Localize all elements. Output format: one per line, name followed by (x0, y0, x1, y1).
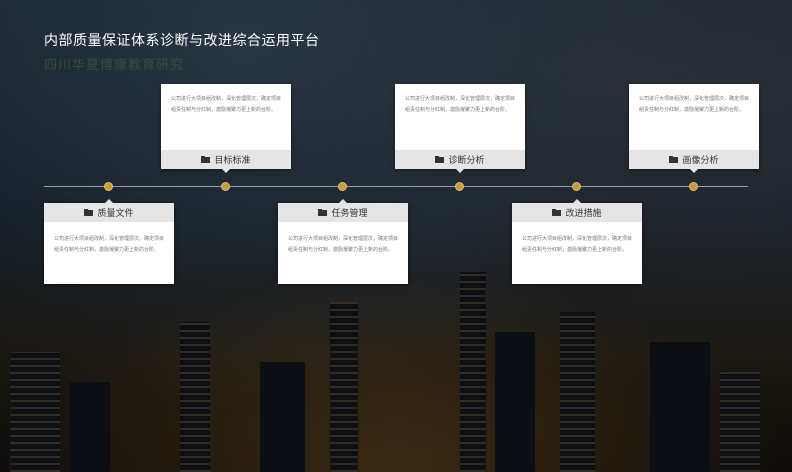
timeline-card-profile-analysis[interactable]: 公司进行大项目组改制，深化管理层次，确定项目组责任制与分红制，激励凝聚力更上新的… (629, 84, 759, 173)
page-title: 内部质量保证体系诊断与改进综合运用平台 (44, 33, 320, 49)
card-pointer (573, 199, 581, 203)
building (720, 372, 760, 472)
timeline-dot[interactable] (572, 182, 581, 191)
page-subtitle: 四川华夏博康教育研究 (44, 58, 185, 73)
card-description: 公司进行大项目组改制，深化管理层次，确定项目组责任制与分红制，激励凝聚力更上新的… (161, 84, 291, 150)
folder-open-icon (435, 156, 445, 163)
building (10, 352, 60, 472)
card-pointer (690, 169, 698, 173)
folder-open-icon (552, 209, 562, 216)
card-header[interactable]: 画像分析 (629, 150, 759, 169)
timeline-dot[interactable] (221, 182, 230, 191)
card-header[interactable]: 目标标准 (161, 150, 291, 169)
folder-open-icon (201, 156, 211, 163)
building (70, 382, 110, 472)
building (180, 322, 210, 472)
timeline-dot[interactable] (104, 182, 113, 191)
timeline-card-quality-files[interactable]: 质量文件 公司进行大项目组改制，深化管理层次，确定项目组责任制与分红制，激励凝聚… (44, 199, 174, 284)
card-description: 公司进行大项目组改制，深化管理层次，确定项目组责任制与分红制，激励凝聚力更上新的… (278, 222, 408, 284)
card-header[interactable]: 诊断分析 (395, 150, 525, 169)
timeline-dot[interactable] (338, 182, 347, 191)
card-header[interactable]: 改进措施 (512, 203, 642, 222)
card-label: 诊断分析 (448, 156, 485, 166)
folder-open-icon (84, 209, 94, 216)
card-pointer (105, 199, 113, 203)
timeline-dot[interactable] (455, 182, 464, 191)
timeline-dot[interactable] (689, 182, 698, 191)
card-header[interactable]: 质量文件 (44, 203, 174, 222)
card-label: 任务管理 (331, 209, 368, 219)
card-pointer (222, 169, 230, 173)
building (460, 272, 486, 472)
timeline-card-target-standards[interactable]: 公司进行大项目组改制，深化管理层次，确定项目组责任制与分红制，激励凝聚力更上新的… (161, 84, 291, 173)
card-description: 公司进行大项目组改制，深化管理层次，确定项目组责任制与分红制，激励凝聚力更上新的… (395, 84, 525, 150)
building (650, 342, 710, 472)
card-pointer (339, 199, 347, 203)
folder-open-icon (318, 209, 328, 216)
building (495, 332, 535, 472)
card-description: 公司进行大项目组改制，深化管理层次，确定项目组责任制与分红制，激励凝聚力更上新的… (44, 222, 174, 284)
folder-open-icon (669, 156, 679, 163)
timeline-card-task-management[interactable]: 任务管理 公司进行大项目组改制，深化管理层次，确定项目组责任制与分红制，激励凝聚… (278, 199, 408, 284)
card-label: 画像分析 (682, 156, 719, 166)
card-header[interactable]: 任务管理 (278, 203, 408, 222)
building (560, 312, 595, 472)
card-label: 改进措施 (565, 209, 602, 219)
building (260, 362, 305, 472)
timeline-line (44, 186, 748, 187)
timeline-card-diagnostic-analysis[interactable]: 公司进行大项目组改制，深化管理层次，确定项目组责任制与分红制，激励凝聚力更上新的… (395, 84, 525, 173)
card-description: 公司进行大项目组改制，深化管理层次，确定项目组责任制与分红制，激励凝聚力更上新的… (512, 222, 642, 284)
timeline-card-improvement-measures[interactable]: 改进措施 公司进行大项目组改制，深化管理层次，确定项目组责任制与分红制，激励凝聚… (512, 199, 642, 284)
header: 内部质量保证体系诊断与改进综合运用平台 四川华夏博康教育研究 (44, 30, 320, 73)
card-description: 公司进行大项目组改制，深化管理层次，确定项目组责任制与分红制，激励凝聚力更上新的… (629, 84, 759, 150)
building (330, 302, 358, 472)
card-label: 目标标准 (214, 156, 251, 166)
card-pointer (456, 169, 464, 173)
card-label: 质量文件 (97, 209, 134, 219)
